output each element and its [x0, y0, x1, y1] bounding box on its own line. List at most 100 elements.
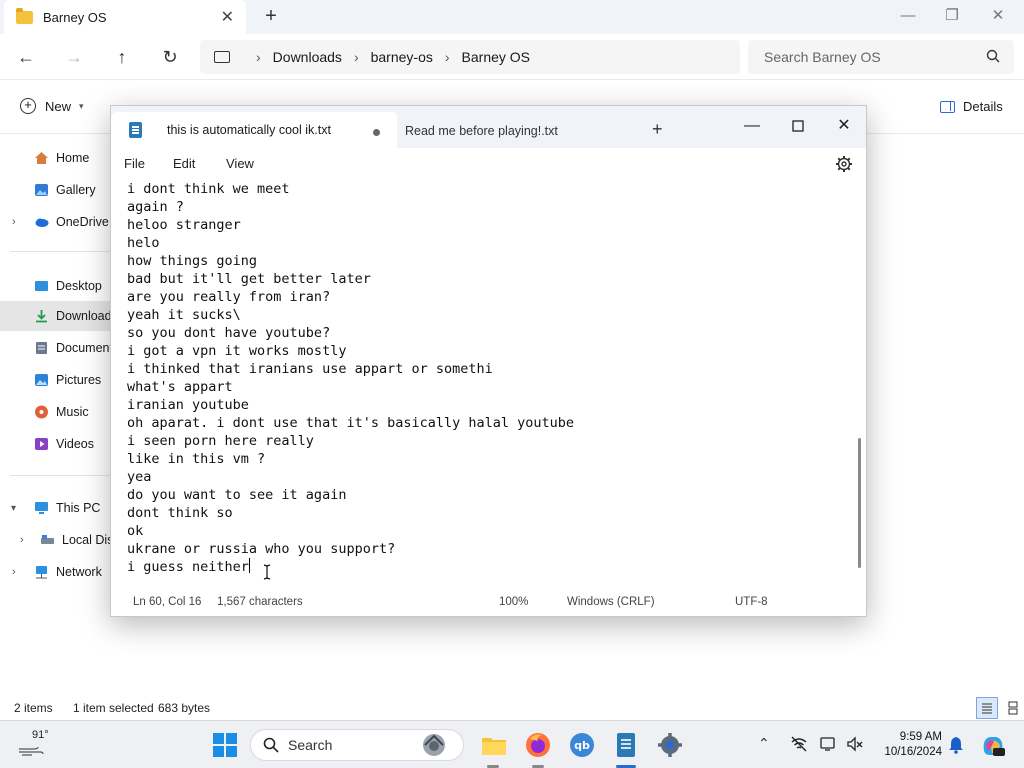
sidebar-item-label: Documents [56, 341, 112, 355]
up-button[interactable]: ↑ [108, 44, 136, 70]
chevron-right-icon: › [12, 216, 16, 228]
text-line: ukrane or russia who you support? [127, 541, 396, 557]
text-line: dont think so [127, 505, 233, 521]
forward-button[interactable]: → [60, 44, 88, 70]
menu-view[interactable]: View [226, 156, 254, 171]
sidebar-item-music[interactable]: Music [0, 397, 112, 427]
breadcrumb-item[interactable]: barney-os [371, 49, 433, 65]
sidebar-item-home[interactable]: Home [0, 143, 112, 173]
text-line: so you dont have youtube? [127, 325, 331, 341]
refresh-button[interactable]: ↻ [156, 44, 184, 70]
minimize-button[interactable]: — [729, 112, 775, 140]
sidebar-item-gallery[interactable]: Gallery [0, 175, 112, 205]
text-line: helo [127, 235, 160, 251]
maximize-button[interactable]: ❐ [930, 4, 974, 28]
volume-muted-icon[interactable] [846, 735, 864, 753]
line-ending[interactable]: Windows (CRLF) [567, 596, 655, 608]
new-tab-button[interactable]: + [260, 5, 282, 28]
zoom-level[interactable]: 100% [499, 596, 528, 608]
svg-text:qb: qb [574, 739, 590, 752]
notepad-window: this is automatically cool ik.txt Read m… [110, 105, 867, 617]
chevron-right-icon: › [20, 534, 24, 546]
tiles-view-button[interactable] [1002, 697, 1024, 719]
minimize-button[interactable]: — [886, 4, 930, 28]
details-pane-icon [940, 100, 955, 113]
explorer-status-bar: 2 items 1 item selected 683 bytes [0, 697, 1024, 720]
explorer-tab[interactable]: Barney OS ✕ [4, 0, 246, 34]
sidebar-item-downloads[interactable]: Downloads [0, 301, 112, 331]
local-disk-icon [41, 535, 54, 544]
notepad-tab-active[interactable]: this is automatically cool ik.txt [111, 112, 397, 148]
sidebar-item-onedrive[interactable]: › OneDrive [0, 207, 112, 237]
documents-icon [36, 342, 47, 354]
windows-start-icon[interactable] [213, 733, 237, 757]
encoding[interactable]: UTF-8 [735, 596, 768, 608]
text-line: i dont think we meet [127, 181, 290, 197]
details-view-button[interactable] [976, 697, 998, 719]
taskbar-search-box[interactable]: Search [250, 729, 464, 761]
menu-file[interactable]: File [124, 156, 145, 171]
text-editor-area[interactable]: i dont think we meet again ? heloo strange… [111, 180, 866, 590]
text-line: bad but it'll get better later [127, 271, 371, 287]
menu-edit[interactable]: Edit [173, 156, 195, 171]
text-line: yeah it sucks\ [127, 307, 241, 323]
tab-label: this is automatically cool ik.txt [167, 123, 331, 137]
sidebar-item-local-disk[interactable]: › Local Disk [0, 525, 112, 555]
sidebar-item-label: Gallery [56, 183, 96, 197]
system-clock[interactable]: 9:59 AM 10/16/2024 [878, 730, 942, 760]
explorer-navbar: ← → ↑ ↻ › Downloads › barney-os › Barney… [0, 34, 1024, 80]
breadcrumb-item[interactable]: Barney OS [462, 49, 530, 65]
sidebar-item-label: This PC [56, 501, 101, 515]
address-bar[interactable]: › Downloads › barney-os › Barney OS [200, 40, 740, 74]
display-icon[interactable] [820, 735, 838, 753]
sidebar-item-pictures[interactable]: Pictures [0, 365, 112, 395]
onedrive-icon [35, 218, 49, 227]
network-disconnected-icon[interactable] [790, 735, 808, 753]
close-window-button[interactable]: ✕ [821, 112, 867, 140]
sidebar-item-label: Home [56, 151, 90, 165]
file-explorer-app-icon[interactable] [480, 731, 508, 759]
search-input[interactable]: Search Barney OS [748, 40, 1014, 74]
videos-icon [35, 438, 48, 450]
editor-text[interactable]: i dont think we meet again ? heloo strange… [127, 180, 574, 576]
text-line: again ? [127, 199, 184, 215]
sidebar-divider [10, 251, 110, 252]
settings-app-icon[interactable] [656, 731, 684, 759]
new-button[interactable]: + New ▾ [20, 98, 84, 114]
qbittorrent-app-icon[interactable]: qb [568, 731, 596, 759]
sidebar-item-videos[interactable]: Videos [0, 429, 112, 459]
sidebar-item-network[interactable]: › Network [0, 557, 112, 587]
notepad-tab[interactable]: Read me before playing!.txt [405, 124, 558, 138]
home-icon [35, 152, 48, 164]
item-count: 2 items [14, 701, 53, 715]
breadcrumb-item[interactable]: Downloads [273, 49, 342, 65]
details-label: Details [963, 99, 1003, 114]
sidebar-item-label: Pictures [56, 373, 102, 387]
chevron-down-icon: ▾ [79, 100, 84, 111]
text-line: do you want to see it again [127, 487, 347, 503]
notification-bell-icon[interactable] [948, 736, 964, 754]
firefox-app-icon[interactable] [524, 731, 552, 759]
sidebar-item-desktop[interactable]: Desktop [0, 271, 112, 301]
folder-icon [16, 7, 33, 24]
vertical-scrollbar[interactable] [858, 438, 861, 568]
new-tab-button[interactable]: + [652, 119, 663, 140]
sidebar-item-documents[interactable]: Documents [0, 333, 112, 363]
unsaved-indicator-icon[interactable] [373, 129, 380, 136]
copilot-icon[interactable] [980, 733, 1006, 757]
wind-icon [19, 746, 44, 756]
close-tab-icon[interactable]: ✕ [221, 7, 234, 27]
gallery-icon [35, 184, 48, 196]
details-button[interactable]: Details [940, 99, 1003, 114]
sidebar-item-label: OneDrive [56, 215, 109, 229]
back-button[interactable]: ← [12, 44, 40, 70]
plus-icon: + [20, 98, 36, 114]
sidebar-item-this-pc[interactable]: ▾ This PC [0, 493, 112, 523]
settings-gear-icon[interactable] [835, 155, 853, 173]
show-hidden-icons-chevron-icon[interactable]: ⌃ [758, 735, 770, 752]
close-window-button[interactable]: ✕ [976, 4, 1020, 28]
maximize-button[interactable] [775, 112, 821, 140]
notepad-app-icon[interactable] [612, 731, 640, 759]
text-line: i got a vpn it works mostly [127, 343, 347, 359]
text-line: i seen porn here really [127, 433, 314, 449]
